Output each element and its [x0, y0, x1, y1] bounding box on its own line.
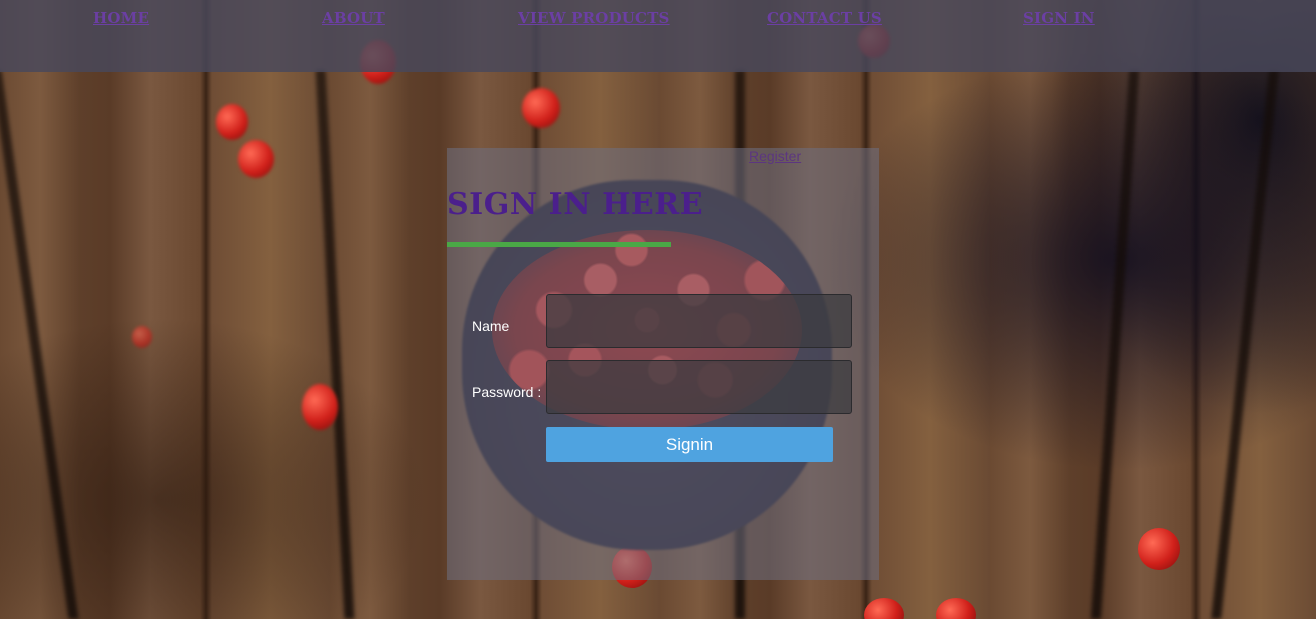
- plank-seam: [0, 70, 79, 619]
- top-navigation-bar: HOME ABOUT VIEW PRODUCTS CONTACT US SIGN…: [0, 0, 1316, 72]
- nav-home-link[interactable]: HOME: [93, 9, 149, 27]
- berry: [238, 140, 274, 178]
- berry: [302, 384, 338, 430]
- plank-seam: [315, 70, 355, 619]
- name-label: Name: [472, 318, 510, 334]
- berry: [936, 598, 976, 619]
- nav-about-link[interactable]: ABOUT: [322, 9, 385, 27]
- berry: [1138, 528, 1180, 570]
- name-input[interactable]: [546, 294, 852, 348]
- plank-seam: [1211, 70, 1279, 619]
- signin-heading: SIGN IN HERE: [447, 187, 704, 222]
- berry: [522, 88, 560, 128]
- signin-panel: Register SIGN IN HERE Name Password : Si…: [447, 148, 879, 580]
- password-label: Password :: [472, 384, 542, 400]
- berry: [864, 598, 904, 619]
- password-input[interactable]: [546, 360, 852, 414]
- nav-contact-link[interactable]: CONTACT US: [767, 9, 882, 27]
- heading-underline: [447, 242, 671, 247]
- register-link[interactable]: Register: [749, 148, 801, 164]
- nav-signin-link[interactable]: SIGN IN: [1023, 9, 1095, 27]
- signin-button[interactable]: Signin: [546, 427, 833, 462]
- berry: [132, 326, 152, 348]
- berry: [216, 104, 248, 140]
- nav-products-link[interactable]: VIEW PRODUCTS: [518, 9, 670, 27]
- plank-seam: [1090, 70, 1140, 619]
